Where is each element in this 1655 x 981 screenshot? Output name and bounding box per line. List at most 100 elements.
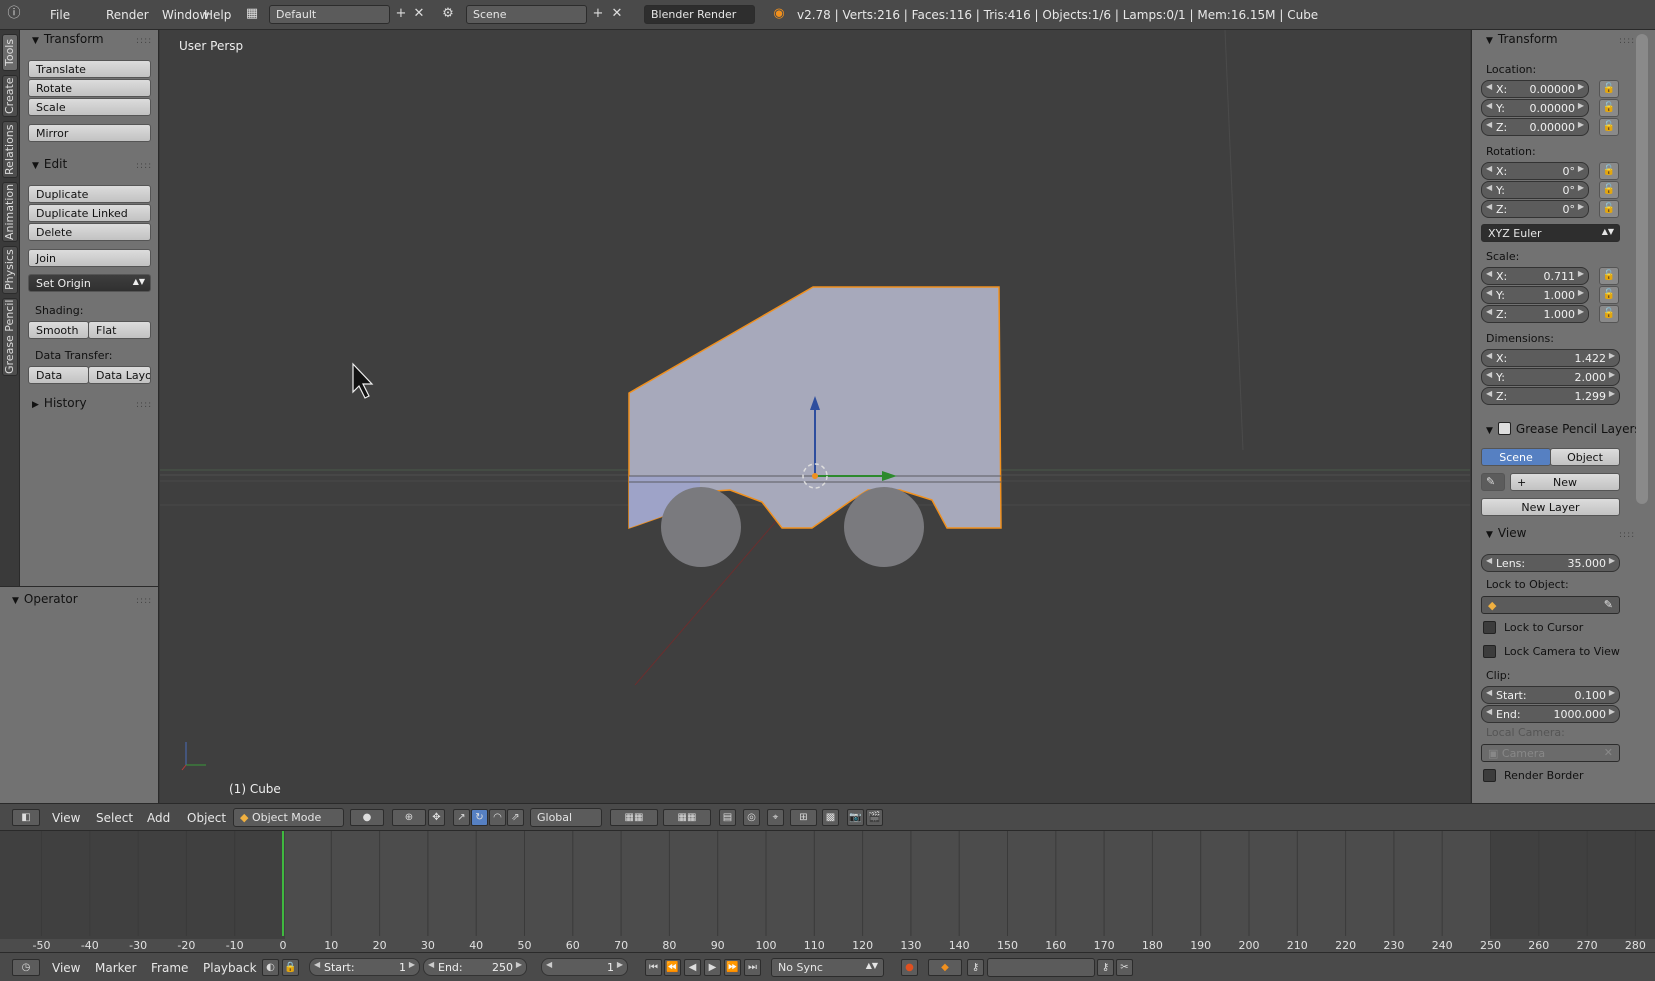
menu-select[interactable]: Select	[96, 811, 133, 825]
panel-grip-icon[interactable]: ::::	[136, 400, 152, 410]
lock-to-cursor-checkbox[interactable]	[1483, 621, 1496, 634]
jump-prev-keyframe-icon[interactable]: ⏪	[664, 959, 681, 976]
location-z-field[interactable]: ◀ Z: 0.00000 ▶	[1481, 118, 1589, 136]
scene-field[interactable]: Scene	[466, 5, 587, 24]
dimensions-z-field[interactable]: ◀ Z: 1.299 ▶	[1481, 387, 1620, 405]
screen-layout-field[interactable]: Default	[269, 5, 390, 24]
delete-keyframe-icon[interactable]: ✂	[1116, 959, 1133, 976]
lock-layers-icon[interactable]: ▤	[719, 809, 736, 826]
lock-scale-y-icon[interactable]: 🔓	[1599, 286, 1619, 304]
scale-x-field[interactable]: ◀ X: 0.711 ▶	[1481, 267, 1589, 285]
grease-pencil-enable-checkbox[interactable]	[1497, 422, 1511, 435]
active-keying-set-field[interactable]	[987, 958, 1095, 977]
viewport-shading-icon[interactable]: ●	[350, 809, 384, 826]
lock-to-object-field[interactable]: ◆ ✎	[1481, 596, 1620, 614]
play-reverse-icon[interactable]: ◀	[684, 959, 701, 976]
layers-grid-1[interactable]: ▦▦	[610, 809, 658, 826]
lock-location-y-icon[interactable]: 🔓	[1599, 99, 1619, 117]
screen-layout-icon[interactable]: ▦	[244, 6, 260, 22]
render-opengl-icon[interactable]: 📷	[847, 809, 864, 826]
transform-properties-header[interactable]: ▼ Transform	[1486, 32, 1558, 46]
location-x-field[interactable]: ◀ X: 0.00000 ▶	[1481, 80, 1589, 98]
transform-orientation-icon[interactable]: ⇗	[507, 809, 524, 826]
jump-next-keyframe-icon[interactable]: ⏩	[724, 959, 741, 976]
lens-field[interactable]: ◀ Lens: 35.000 ▶	[1481, 554, 1620, 572]
preview-range-icon[interactable]: ◐	[262, 959, 279, 976]
clip-start-field[interactable]: ◀ Start: 0.100 ▶	[1481, 686, 1620, 704]
timeline-editor[interactable]: -50 -40 -30 -20 -10 0 10 20 30 40 50 60 70 80 90 100 110…	[0, 831, 1655, 952]
lock-rotation-x-icon[interactable]: 🔓	[1599, 162, 1619, 180]
local-camera-field[interactable]: ▣ Camera ✕	[1481, 744, 1620, 762]
scale-button[interactable]: Scale	[28, 98, 151, 116]
rotate-manipulator-icon[interactable]: ↻	[471, 809, 488, 826]
editor-type-icon[interactable]: ◧	[12, 809, 40, 826]
clear-camera-icon[interactable]: ✕	[1604, 746, 1613, 759]
add-scene-icon[interactable]: +	[590, 6, 606, 22]
sync-mode-select[interactable]: No Sync ▲▼	[771, 958, 884, 977]
gp-datablock-icon[interactable]: ✎	[1481, 473, 1505, 491]
panel-grip-icon[interactable]: ::::	[136, 161, 152, 171]
snap-target-icon[interactable]: ▩	[822, 809, 839, 826]
edit-panel-header[interactable]: ▼ Edit	[32, 157, 67, 171]
translate-button[interactable]: Translate	[28, 60, 151, 78]
render-border-checkbox[interactable]	[1483, 769, 1496, 782]
lock-location-x-icon[interactable]: 🔓	[1599, 80, 1619, 98]
data-layout-button[interactable]: Data Layo	[88, 366, 151, 384]
gp-new-layer-button[interactable]: New Layer	[1481, 498, 1620, 516]
eyedropper-icon[interactable]: ✎	[1604, 598, 1613, 611]
end-frame-field[interactable]: ◀ End: 250 ▶	[423, 958, 527, 976]
set-origin-select[interactable]: Set Origin ▲▼	[28, 274, 151, 292]
menu-add[interactable]: Add	[147, 811, 170, 825]
snap-element-icon[interactable]: ⊞	[790, 809, 817, 826]
add-layout-icon[interactable]: +	[393, 6, 409, 22]
panel-grip-icon[interactable]: ::::	[136, 596, 152, 606]
duplicate-linked-button[interactable]: Duplicate Linked	[28, 204, 151, 222]
transform-panel-header[interactable]: ▼ Transform	[32, 32, 104, 46]
menu-view[interactable]: View	[52, 811, 80, 825]
viewport-scene[interactable]	[160, 30, 1470, 803]
dimensions-x-field[interactable]: ◀ X: 1.422 ▶	[1481, 349, 1620, 367]
panel-grip-icon[interactable]: ::::	[1619, 530, 1635, 540]
render-engine-select[interactable]: Blender Render	[644, 5, 755, 24]
tab-tools[interactable]: Tools	[2, 34, 18, 71]
join-button[interactable]: Join	[28, 249, 151, 267]
layers-grid-2[interactable]: ▦▦	[663, 809, 711, 826]
rotation-x-field[interactable]: ◀ X: 0° ▶	[1481, 162, 1589, 180]
translate-manipulator-icon[interactable]: ↗	[453, 809, 470, 826]
render-animation-icon[interactable]: 🎬	[866, 809, 883, 826]
interaction-mode-select[interactable]: ◆ Object Mode	[233, 808, 344, 827]
info-editor-icon[interactable]: ⓘ	[6, 6, 22, 22]
start-frame-field[interactable]: ◀ Start: 1 ▶	[309, 958, 420, 976]
tab-grease-pencil[interactable]: Grease Pencil	[2, 298, 18, 376]
timeline-menu-playback[interactable]: Playback	[203, 961, 257, 975]
lock-camera-checkbox[interactable]	[1483, 645, 1496, 658]
manipulator-toggle-icon[interactable]: ✥	[428, 809, 445, 826]
smooth-button[interactable]: Smooth	[28, 321, 89, 339]
scale-y-field[interactable]: ◀ Y: 1.000 ▶	[1481, 286, 1589, 304]
grease-pencil-layers-header[interactable]: ▼ Grease Pencil Layers	[1486, 420, 1641, 436]
menu-help[interactable]: Help	[204, 8, 231, 22]
transform-orientation-select[interactable]: Global	[530, 808, 602, 827]
duplicate-button[interactable]: Duplicate	[28, 185, 151, 203]
timeline-menu-marker[interactable]: Marker	[95, 961, 136, 975]
gp-new-button[interactable]: + New	[1510, 473, 1620, 491]
view-panel-header[interactable]: ▼ View	[1486, 526, 1526, 540]
tab-create[interactable]: Create	[2, 75, 18, 117]
snap-icon[interactable]: ⌖	[767, 809, 784, 826]
lock-time-icon[interactable]: 🔒	[282, 959, 299, 976]
rotation-y-field[interactable]: ◀ Y: 0° ▶	[1481, 181, 1589, 199]
insert-keyframe-icon[interactable]: ⚷	[1097, 959, 1114, 976]
data-transfer-button[interactable]: Data	[28, 366, 89, 384]
location-y-field[interactable]: ◀ Y: 0.00000 ▶	[1481, 99, 1589, 117]
flat-button[interactable]: Flat	[88, 321, 151, 339]
pivot-point-icon[interactable]: ⊕	[392, 809, 426, 826]
gp-object-button[interactable]: Object	[1550, 448, 1620, 466]
lock-rotation-y-icon[interactable]: 🔓	[1599, 181, 1619, 199]
keying-set-icon[interactable]: ◆	[928, 959, 962, 976]
properties-scrollbar[interactable]	[1636, 34, 1648, 504]
timeline-menu-frame[interactable]: Frame	[151, 961, 188, 975]
gp-scene-button[interactable]: Scene	[1481, 448, 1551, 466]
panel-grip-icon[interactable]: ::::	[136, 36, 152, 46]
proportional-edit-icon[interactable]: ◎	[743, 809, 760, 826]
timeline-editor-type-icon[interactable]: ◷	[12, 959, 40, 976]
